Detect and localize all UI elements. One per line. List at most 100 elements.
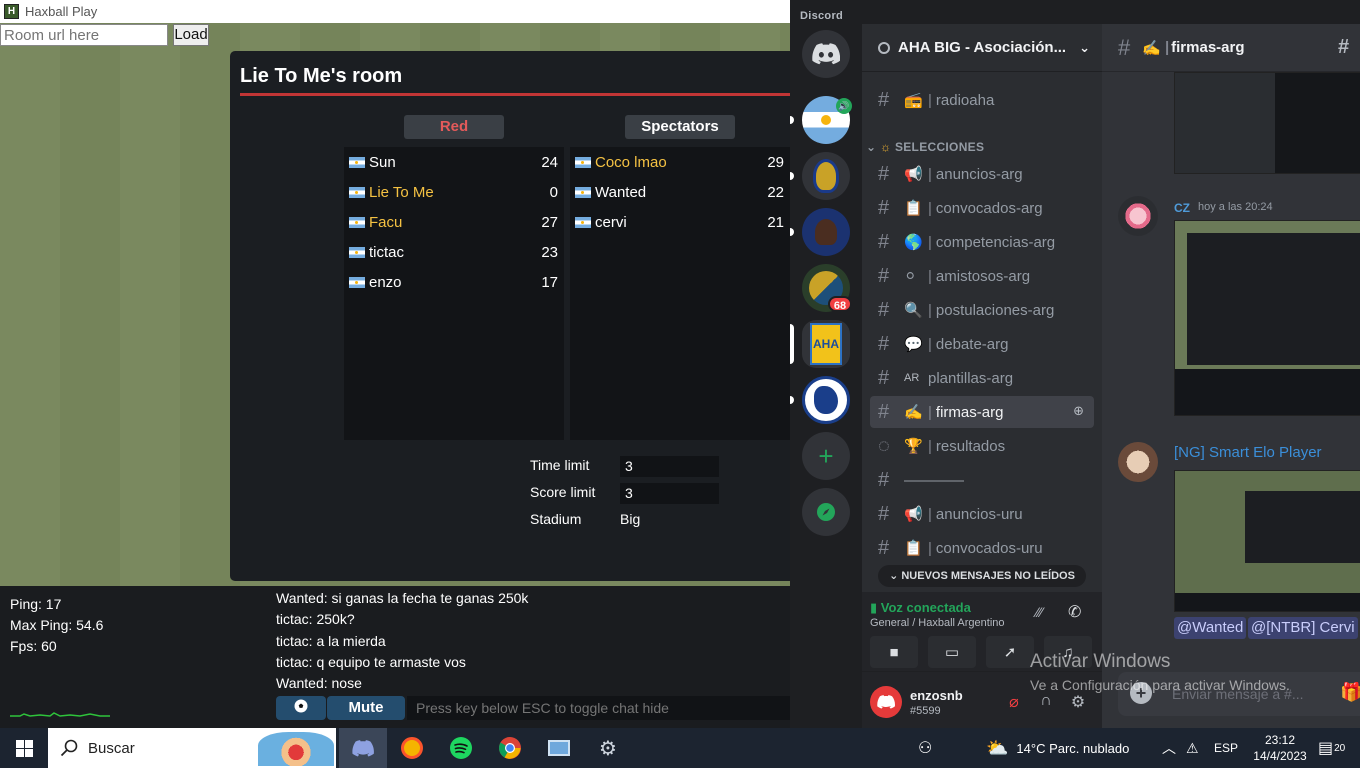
- taskbar-chrome[interactable]: [486, 728, 534, 768]
- message-author[interactable]: CZ: [1174, 201, 1190, 215]
- channel-item[interactable]: # ————: [870, 464, 1094, 496]
- mention-wanted[interactable]: @Wanted: [1174, 617, 1247, 639]
- noise-suppression-icon[interactable]: ⁄⁄⁄: [1036, 604, 1043, 620]
- chevron-down-icon: ⌄: [866, 140, 877, 154]
- threads-icon[interactable]: #: [1338, 36, 1349, 59]
- taskbar-discord[interactable]: [339, 728, 387, 768]
- taskbar-search[interactable]: Buscar: [48, 728, 336, 768]
- taskbar: Buscar ⚙ ⚇ ⛅ 14°C Parc. nublado ︿ ⚠ ESP: [0, 728, 1360, 768]
- server-conmebol[interactable]: [802, 376, 850, 424]
- cz-avatar[interactable]: [1118, 196, 1158, 236]
- player-row[interactable]: enzo 17: [344, 267, 564, 297]
- channel-item[interactable]: # ✍️ | firmas-arg ⊕: [870, 396, 1094, 428]
- stadium-value[interactable]: Big: [620, 511, 640, 527]
- mention-cervi[interactable]: @[NTBR] Cervi: [1248, 617, 1358, 639]
- network-stats: Ping: 17 Max Ping: 54.6 Fps: 60: [10, 594, 103, 657]
- sun-icon: [821, 115, 831, 125]
- mute-button[interactable]: Mute: [327, 696, 405, 720]
- network-icon[interactable]: ⚠: [1186, 728, 1199, 768]
- taskbar-remote-desktop[interactable]: [535, 728, 583, 768]
- server-aha-big[interactable]: AHA: [802, 320, 850, 368]
- discord-logo-icon: [812, 43, 840, 65]
- time-limit-select[interactable]: 3: [620, 456, 719, 477]
- chevron-up-icon[interactable]: ︿: [1162, 728, 1176, 768]
- player-row[interactable]: Coco lmao 29: [570, 147, 790, 177]
- player-row[interactable]: tictac 23: [344, 237, 564, 267]
- screen-share-button[interactable]: ▭: [928, 636, 976, 668]
- channel-label: firmas-arg: [935, 403, 1004, 421]
- hash-icon: #: [878, 196, 890, 219]
- player-row[interactable]: Sun 24: [344, 147, 564, 177]
- discord-home-button[interactable]: [802, 30, 850, 78]
- server-crest[interactable]: [802, 152, 850, 200]
- hash-icon: #: [878, 536, 890, 559]
- score-limit-select[interactable]: 3: [620, 483, 719, 504]
- speaker-icon: 🔊: [836, 98, 852, 114]
- category-selecciones[interactable]: ⌄ ☼ SELECCIONES: [866, 140, 984, 154]
- new-messages-banner[interactable]: ⌄ NUEVOS MENSAJES NO LEÍDOS: [878, 565, 1086, 587]
- channel-item[interactable]: ◌ 🏆 | resultados: [870, 430, 1094, 462]
- player-row[interactable]: Lie To Me 0: [344, 177, 564, 207]
- screenshot-attachment-3[interactable]: [1174, 470, 1360, 612]
- channel-item[interactable]: # 📋 | convocados-uru: [870, 532, 1094, 564]
- load-button[interactable]: Load: [173, 24, 209, 46]
- ball-button[interactable]: [276, 696, 326, 720]
- channel-label: convocados-uru: [935, 539, 1043, 557]
- language-indicator[interactable]: ESP: [1214, 728, 1238, 768]
- chevron-down-icon: ⌄: [889, 570, 899, 582]
- notifications-button[interactable]: ▤ 20: [1318, 728, 1345, 768]
- channel-item[interactable]: # 📋 | convocados-arg: [870, 192, 1094, 224]
- player-row[interactable]: cervi 21: [570, 207, 790, 237]
- taskbar-settings-app[interactable]: ⚙: [584, 728, 632, 768]
- red-team-button[interactable]: Red: [404, 115, 504, 139]
- channel-item[interactable]: # 📢 | anuncios-arg: [870, 158, 1094, 190]
- channel-emoji-icon: 🔍: [904, 302, 923, 319]
- gear-icon[interactable]: ⚙: [1068, 692, 1088, 712]
- smart-elo-avatar[interactable]: [1118, 442, 1158, 482]
- gift-icon[interactable]: 🎁: [1340, 682, 1360, 703]
- activities-button[interactable]: ➚: [986, 636, 1034, 668]
- add-server-icon[interactable]: +: [802, 432, 850, 480]
- channel-item[interactable]: # AR plantillas-arg: [870, 362, 1094, 394]
- player-row[interactable]: Facu 27: [344, 207, 564, 237]
- channel-item[interactable]: # 🔍 | postulaciones-arg: [870, 294, 1094, 326]
- player-row[interactable]: Wanted 22: [570, 177, 790, 207]
- user-avatar[interactable]: [870, 686, 902, 718]
- screenshot-attachment-1[interactable]: [1174, 72, 1360, 174]
- screen-share-icon: ▭: [944, 644, 960, 661]
- room-url-input[interactable]: [0, 24, 168, 46]
- crest-icon: [813, 159, 839, 193]
- channel-item[interactable]: # 🌎 | competencias-arg: [870, 226, 1094, 258]
- disconnect-icon[interactable]: ✆: [1068, 602, 1081, 622]
- activation-subtitle: Ve a Configuración para activar Windows.: [1030, 677, 1290, 693]
- screenshot-attachment-2[interactable]: [1174, 220, 1360, 416]
- people-icon[interactable]: ⚇: [918, 728, 932, 768]
- hash-icon: #: [878, 162, 890, 185]
- message-author[interactable]: [NG] Smart Elo Player: [1174, 444, 1322, 461]
- server-player-photo[interactable]: [802, 208, 850, 256]
- clock[interactable]: 23:12 14/4/2023: [1250, 732, 1310, 764]
- channel-item[interactable]: # ⚪ | amistosos-arg: [870, 260, 1094, 292]
- start-button[interactable]: [0, 728, 48, 768]
- camera-button[interactable]: ■: [870, 636, 918, 668]
- taskbar-brave[interactable]: [388, 728, 436, 768]
- attachment-preview: [1187, 233, 1360, 365]
- channel-item[interactable]: # 📢 | anuncios-uru: [870, 498, 1094, 530]
- mute-mic-icon[interactable]: ⌀: [1004, 692, 1024, 712]
- spectators-button[interactable]: Spectators: [625, 115, 735, 139]
- haxball-bottom-bar: Ping: 17 Max Ping: 54.6 Fps: 60 Wanted: …: [0, 586, 790, 728]
- voice-channel[interactable]: General / Haxball Argentino: [870, 617, 1005, 629]
- add-member-icon[interactable]: ⊕: [1073, 403, 1084, 419]
- player-ping: 17: [541, 274, 558, 291]
- server-header[interactable]: AHA BIG - Asociación... ⌄: [862, 24, 1102, 72]
- headphones-icon[interactable]: ∩: [1036, 692, 1056, 712]
- explore-servers-button[interactable]: [802, 488, 850, 536]
- weather-widget[interactable]: ⛅ 14°C Parc. nublado: [986, 728, 1129, 768]
- channel-item[interactable]: # 📻 | radioaha: [870, 84, 1094, 116]
- taskbar-spotify[interactable]: [437, 728, 485, 768]
- chat-input[interactable]: [407, 696, 790, 720]
- red-team-list[interactable]: Sun 24 Lie To Me 0 Facu 27 tictac 23 enzo 17: [344, 147, 564, 440]
- spectators-list[interactable]: Coco lmao 29 Wanted 22 cervi 21: [570, 147, 790, 440]
- channel-item[interactable]: # 💬 | debate-arg: [870, 328, 1094, 360]
- chat-log: Wanted: si ganas la fecha te ganas 250k t…: [276, 588, 528, 694]
